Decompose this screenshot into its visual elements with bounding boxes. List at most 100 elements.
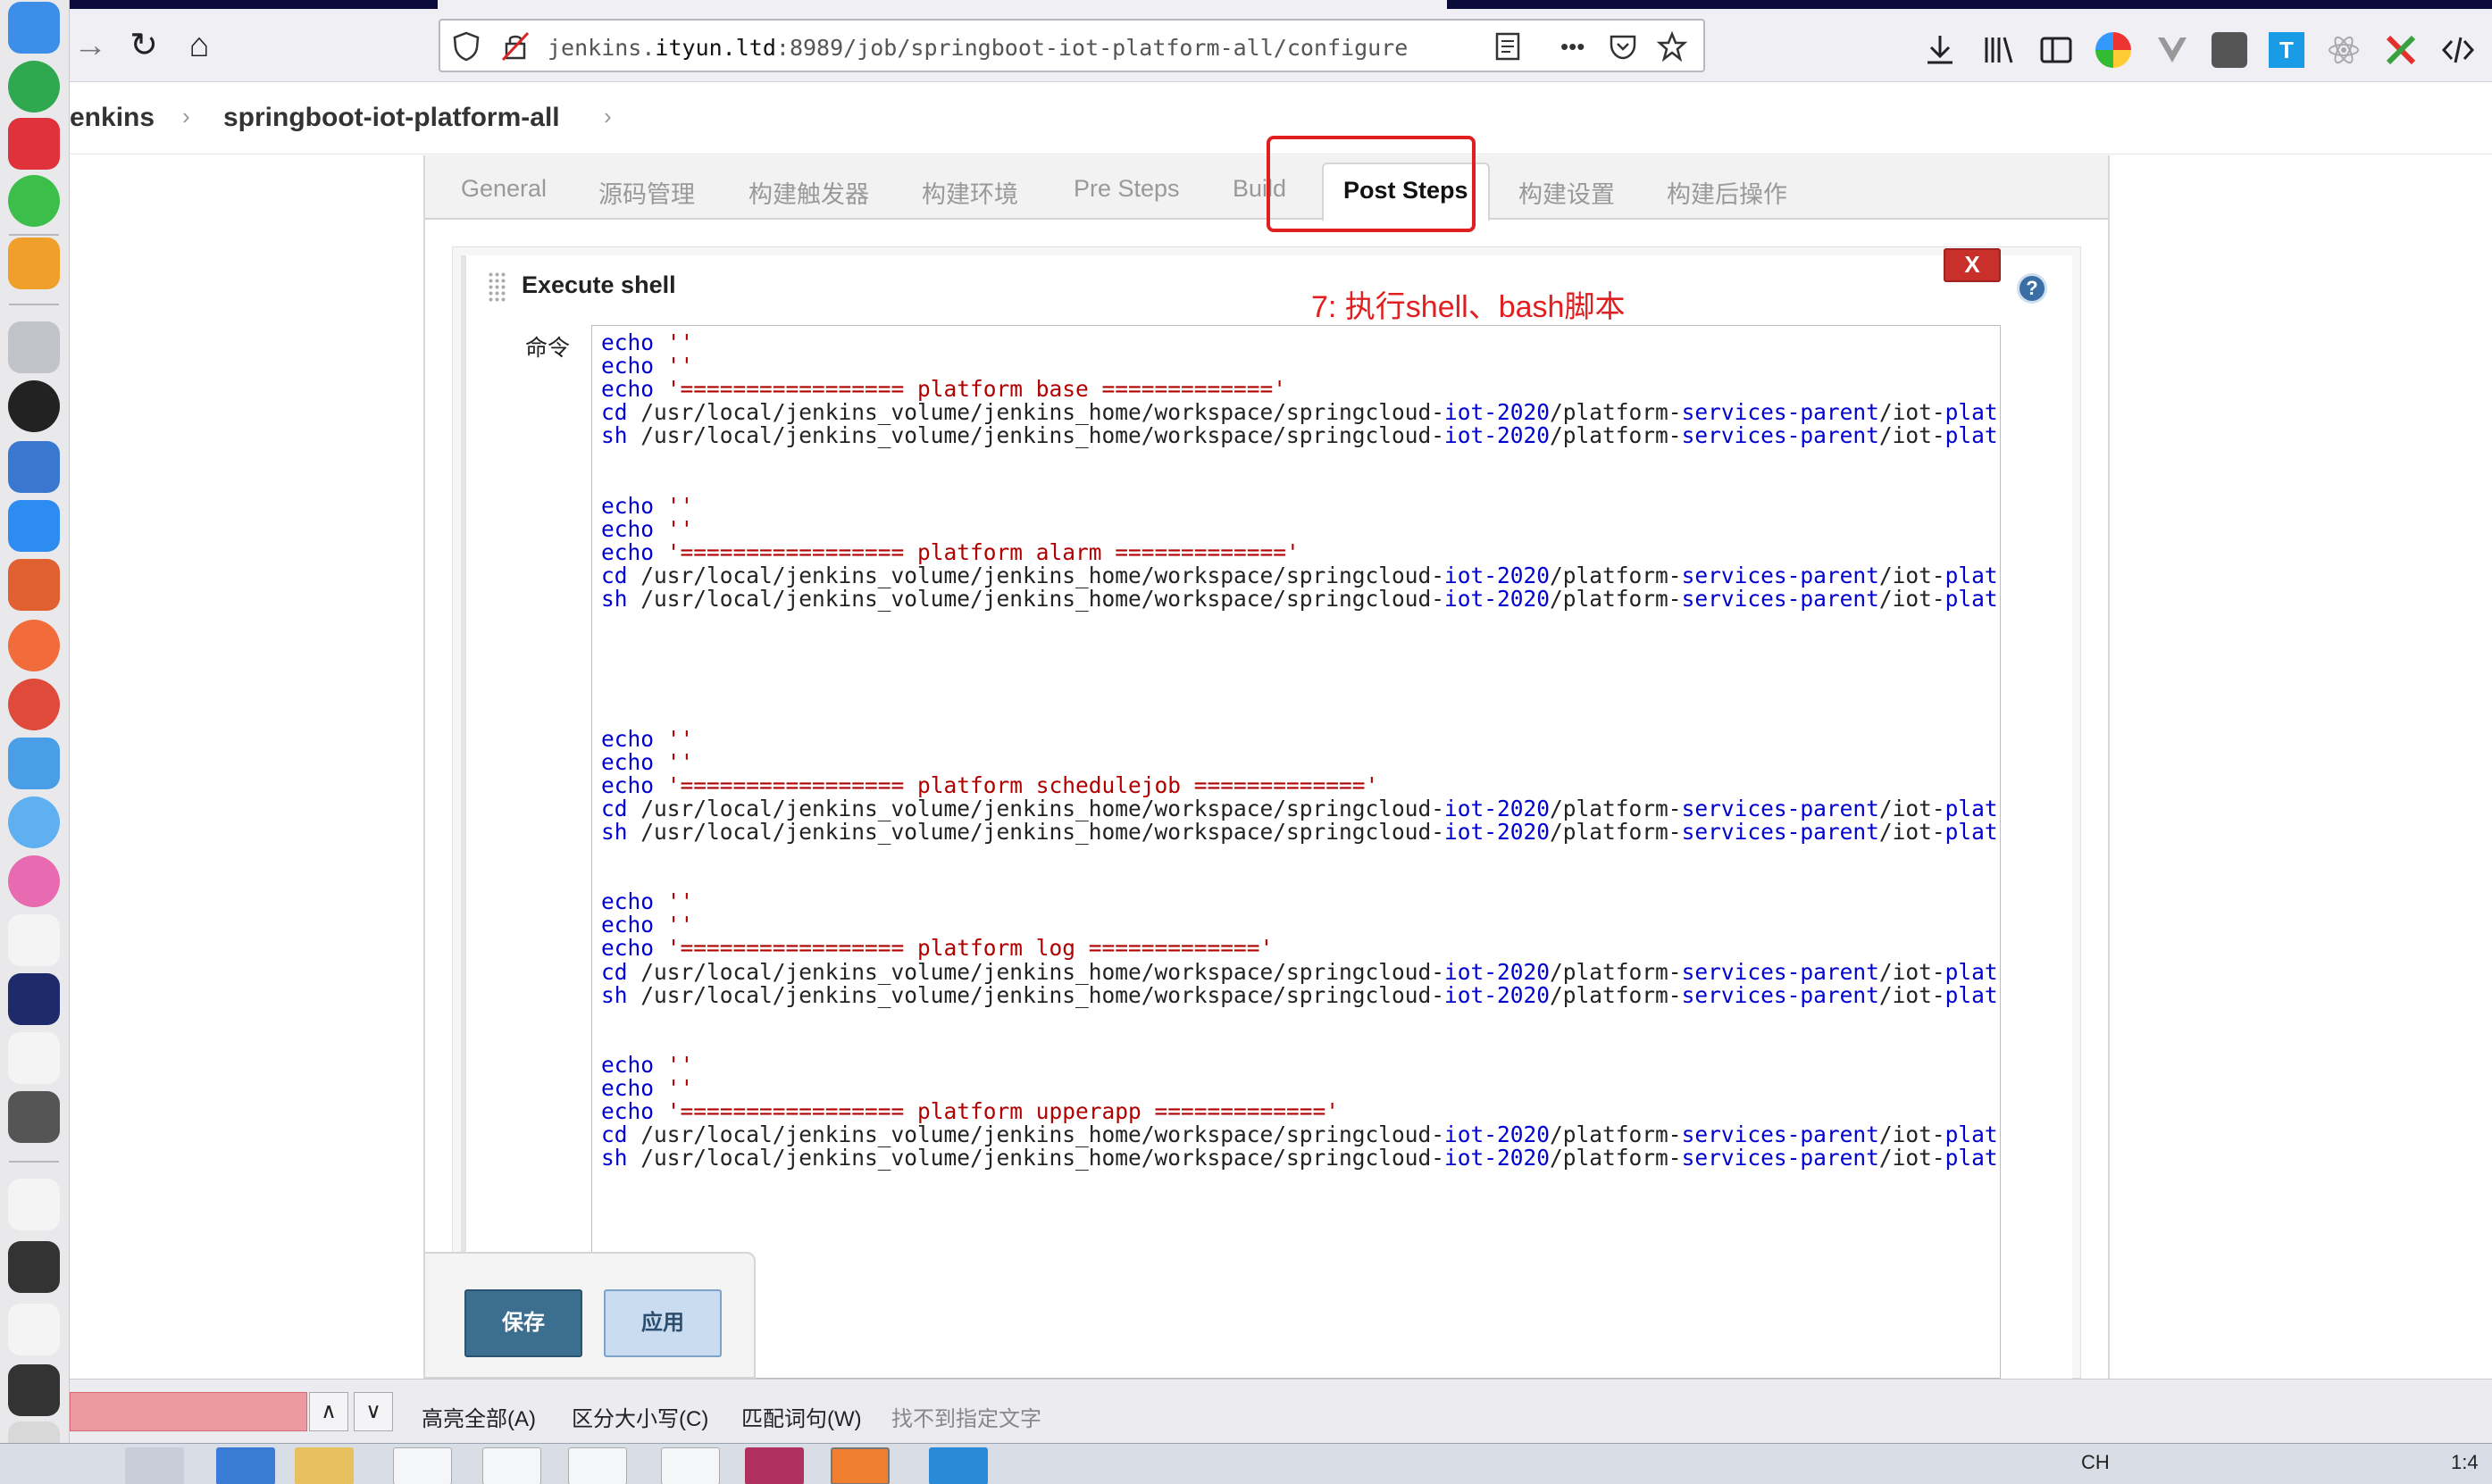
script-string: '' <box>654 1051 694 1078</box>
screen-record-icon[interactable] <box>8 679 60 730</box>
wps-icon[interactable] <box>8 500 60 552</box>
remote-desktop-icon[interactable] <box>8 441 60 493</box>
x-app-icon[interactable] <box>8 1032 60 1084</box>
script-command: echo <box>601 1051 655 1078</box>
download-icon[interactable] <box>1922 32 1958 68</box>
devtools-code-icon[interactable] <box>2440 32 2476 68</box>
script-path-keyword: iot-2020 <box>1444 399 1551 426</box>
system-prefs-icon[interactable] <box>8 1091 60 1143</box>
script-path: /iot- <box>1878 1145 1945 1171</box>
script-line <box>601 680 2000 704</box>
active-browser-tab[interactable] <box>438 0 1447 9</box>
taskbar-app-icon[interactable] <box>568 1447 627 1484</box>
screen: → ↻ ⌂ jenkins.ityun.ltd:8989/job/springb… <box>0 0 2492 1484</box>
tab-post-build-actions[interactable]: 构建后操作 <box>1667 175 1787 210</box>
typora-icon[interactable] <box>8 914 60 966</box>
translate-icon[interactable]: T <box>2269 32 2304 68</box>
find-input[interactable] <box>70 1392 307 1431</box>
script-path: /usr/local/jenkins_volume/jenkins_home/w… <box>627 818 1445 845</box>
vue-devtools-icon[interactable] <box>2154 32 2190 68</box>
pen-app-icon[interactable] <box>8 620 60 671</box>
document-icon[interactable] <box>8 1179 60 1230</box>
save-button[interactable]: 保存 <box>464 1289 582 1357</box>
reload-icon[interactable]: ↻ <box>123 25 164 66</box>
wechat-icon[interactable] <box>8 175 60 227</box>
sidebar-icon[interactable] <box>2038 32 2074 68</box>
feishu-icon[interactable] <box>8 738 60 789</box>
script-line: cd /usr/local/jenkins_volume/jenkins_hom… <box>601 796 2000 821</box>
delete-step-button[interactable]: X <box>1944 248 2001 282</box>
tab-build-environment[interactable]: 构建环境 <box>922 175 1018 210</box>
intellij-icon[interactable] <box>8 973 60 1025</box>
shell-script: echo '' echo '' echo '================= pl… <box>601 330 2000 1193</box>
script-line: sh /usr/local/jenkins_volume/jenkins_hom… <box>601 1145 2000 1171</box>
library-icon[interactable] <box>1981 32 2017 68</box>
insecure-lock-icon[interactable] <box>501 31 530 62</box>
g-app-icon[interactable] <box>8 118 60 170</box>
circles-app-icon[interactable] <box>8 796 60 848</box>
tools-ext-icon[interactable] <box>2383 32 2419 68</box>
tab-pre-steps[interactable]: Pre Steps <box>1074 175 1180 203</box>
shield-icon[interactable] <box>453 31 480 62</box>
page-actions-icon[interactable]: ••• <box>1560 33 1585 63</box>
reader-view-icon[interactable] <box>1494 31 1521 62</box>
bookmark-star-icon[interactable] <box>1657 31 1687 62</box>
taskbar-mongodb-icon[interactable] <box>393 1447 452 1484</box>
taskbar-app-icon[interactable] <box>125 1447 184 1484</box>
evernote-icon[interactable] <box>8 61 60 113</box>
url-text[interactable]: jenkins.ityun.ltd:8989/job/springboot-io… <box>548 35 1408 61</box>
console-icon[interactable] <box>8 1364 60 1416</box>
find-next-button[interactable]: ∨ <box>354 1392 393 1431</box>
finder-icon[interactable] <box>8 2 60 54</box>
script-command: cd <box>601 958 628 985</box>
whole-words-checkbox[interactable]: 匹配词句(W) <box>741 1401 862 1432</box>
find-previous-button[interactable]: ∧ <box>309 1392 348 1431</box>
help-icon[interactable]: ? <box>2017 273 2047 304</box>
file-icon[interactable] <box>8 1304 60 1355</box>
drag-handle-icon[interactable] <box>488 271 507 304</box>
ime-indicator[interactable]: CH <box>2081 1451 2110 1474</box>
script-line: cd /usr/local/jenkins_volume/jenkins_hom… <box>601 1121 2000 1148</box>
script-line: sh /usr/local/jenkins_volume/jenkins_hom… <box>601 983 2000 1007</box>
tab-build-triggers[interactable]: 构建触发器 <box>748 175 869 210</box>
match-case-checkbox[interactable]: 区分大小写(C) <box>572 1401 708 1432</box>
script-line: echo '================= platform alarm =… <box>601 540 2000 564</box>
home-icon[interactable]: ⌂ <box>179 25 220 66</box>
taskbar-app-icon[interactable] <box>216 1447 275 1484</box>
breadcrumb-job[interactable]: springboot-iot-platform-all <box>223 103 560 133</box>
react-devtools-icon[interactable] <box>2326 32 2362 68</box>
sublime-icon[interactable] <box>8 238 60 289</box>
taskbar-intellij-icon[interactable] <box>745 1447 804 1484</box>
breadcrumb-jenkins[interactable]: enkins <box>70 103 155 133</box>
pocket-icon[interactable] <box>1609 31 1637 62</box>
taskbar-mongodb-icon[interactable] <box>482 1447 541 1484</box>
script-command: cd <box>601 1121 628 1148</box>
calculator-icon[interactable] <box>8 321 60 373</box>
notification-app-icon[interactable] <box>8 559 60 611</box>
color-wheel-icon[interactable] <box>8 855 60 907</box>
qq-icon[interactable] <box>8 380 60 432</box>
command-textarea[interactable]: echo '' echo '' echo '================= pl… <box>591 325 2001 1379</box>
color-picker-icon[interactable] <box>2095 32 2131 68</box>
forward-icon[interactable]: → <box>70 25 111 66</box>
script-path-keyword: platform-c <box>1944 1145 2000 1171</box>
taskbar-firefox-icon[interactable] <box>831 1447 890 1484</box>
app-dock <box>0 0 70 1484</box>
browser-tabstrip <box>70 0 2492 9</box>
tab-build-settings[interactable]: 构建设置 <box>1518 175 1615 210</box>
terminal-icon[interactable] <box>8 1241 60 1293</box>
apply-button[interactable]: 应用 <box>604 1289 722 1357</box>
taskbar-folder-icon[interactable] <box>295 1447 354 1484</box>
script-line <box>601 844 2000 867</box>
url-bar[interactable]: jenkins.ityun.ltd:8989/job/springboot-io… <box>439 19 1705 72</box>
tab-general[interactable]: General <box>461 175 547 203</box>
tab-source-management[interactable]: 源码管理 <box>598 175 695 210</box>
highlight-all-checkbox[interactable]: 高亮全部(A) <box>422 1401 536 1432</box>
breadcrumb-separator[interactable]: › <box>604 103 612 130</box>
url-domain: ityun.ltd <box>655 35 776 61</box>
reader-ext-icon[interactable] <box>2212 32 2247 68</box>
taskbar-app-icon[interactable] <box>929 1447 988 1484</box>
script-string: '' <box>654 515 694 542</box>
taskbar-chrome-icon[interactable] <box>661 1447 720 1484</box>
script-path-keyword: iot-2020 <box>1444 958 1551 985</box>
